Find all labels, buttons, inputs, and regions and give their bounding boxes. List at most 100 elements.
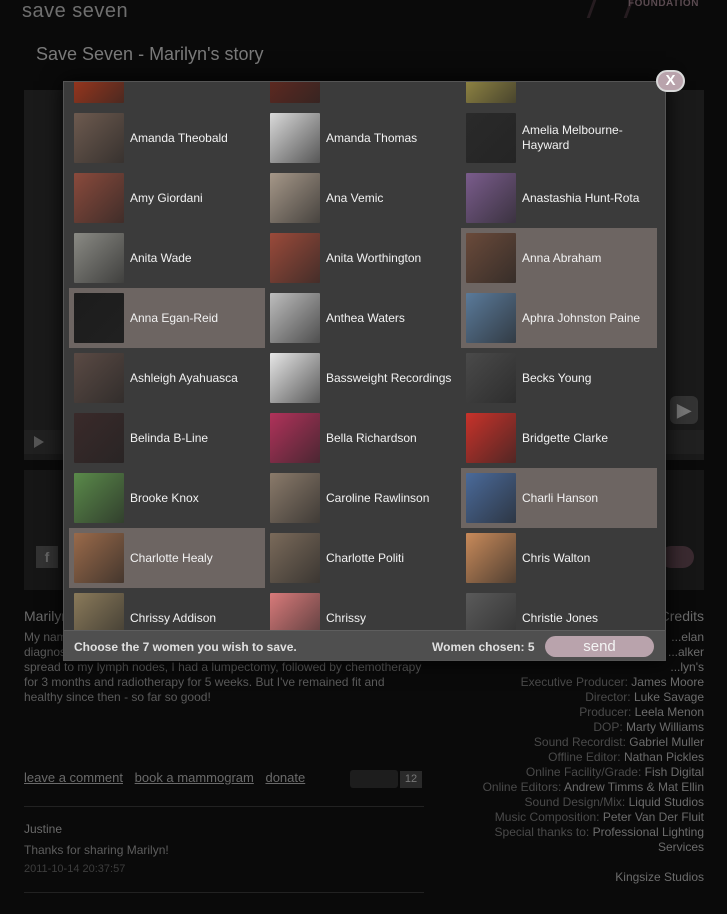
credit-role: Director: bbox=[585, 690, 634, 704]
woman-item[interactable]: Anna Egan-Reid bbox=[69, 288, 265, 348]
woman-item[interactable]: Charlotte Politi bbox=[265, 528, 461, 588]
woman-name: Charlotte Politi bbox=[326, 550, 405, 565]
women-chosen-count: 5 bbox=[527, 640, 535, 654]
donate-link[interactable]: donate bbox=[265, 770, 305, 785]
woman-item[interactable]: Ana Vemic bbox=[265, 168, 461, 228]
woman-item[interactable]: Caroline Rawlinson bbox=[265, 468, 461, 528]
woman-photo[interactable] bbox=[466, 82, 516, 103]
woman-photo[interactable] bbox=[74, 113, 124, 163]
woman-photo[interactable] bbox=[270, 413, 320, 463]
woman-photo[interactable] bbox=[466, 353, 516, 403]
woman-item[interactable]: Ashleigh Ayahuasca bbox=[69, 348, 265, 408]
woman-photo[interactable] bbox=[270, 233, 320, 283]
woman-item[interactable]: Anna Abraham bbox=[461, 228, 657, 288]
woman-photo[interactable] bbox=[270, 353, 320, 403]
woman-photo[interactable] bbox=[74, 593, 124, 630]
woman-item[interactable]: Bridgette Clarke bbox=[461, 408, 657, 468]
woman-photo[interactable] bbox=[74, 82, 124, 103]
woman-name: Belinda B-Line bbox=[130, 430, 209, 445]
woman-item[interactable]: Bella Richardson bbox=[265, 408, 461, 468]
credit-line: Executive Producer: James Moore bbox=[474, 675, 704, 690]
woman-item[interactable]: Belinda B-Line bbox=[69, 408, 265, 468]
credits-list: ...elan ...alker ...lyn's Executive Produce… bbox=[474, 630, 704, 855]
credit-role: Online Facility/Grade: bbox=[525, 765, 645, 779]
woman-item[interactable]: Amanda Thomas bbox=[265, 108, 461, 168]
woman-item[interactable]: Anita Worthington bbox=[265, 228, 461, 288]
woman-name: Caroline Rawlinson bbox=[326, 490, 430, 505]
woman-name: Amelia Melbourne-Hayward bbox=[522, 123, 623, 152]
woman-item[interactable] bbox=[265, 82, 461, 108]
credit-line: ...lyn's bbox=[474, 660, 704, 675]
woman-item[interactable]: Anita Wade bbox=[69, 228, 265, 288]
woman-item[interactable]: Anastashia Hunt-Rota bbox=[461, 168, 657, 228]
woman-photo[interactable] bbox=[270, 533, 320, 583]
woman-item[interactable]: Brooke Knox bbox=[69, 468, 265, 528]
woman-item[interactable]: Amelia Melbourne-Hayward bbox=[461, 108, 657, 168]
woman-item[interactable]: Chrissy bbox=[265, 588, 461, 630]
woman-item[interactable]: Becks Young bbox=[461, 348, 657, 408]
credit-person: ...alker bbox=[667, 645, 704, 659]
woman-item[interactable]: Amanda Theobald bbox=[69, 108, 265, 168]
woman-name: Anastashia Hunt-Rota bbox=[522, 190, 640, 205]
woman-item[interactable]: Charli Hanson bbox=[461, 468, 657, 528]
comment-text: Thanks for sharing Marilyn! bbox=[24, 843, 169, 857]
woman-name: Christie Jones bbox=[522, 610, 599, 625]
site-logo[interactable]: save seven bbox=[22, 0, 128, 22]
woman-photo[interactable] bbox=[74, 533, 124, 583]
credit-line: Online Facility/Grade: Fish Digital bbox=[474, 765, 704, 780]
credit-person: ...elan bbox=[671, 630, 704, 644]
woman-photo[interactable] bbox=[74, 173, 124, 223]
woman-name: Valentine bbox=[130, 82, 179, 86]
woman-photo[interactable] bbox=[270, 293, 320, 343]
woman-name: Chrissy Addison bbox=[130, 610, 217, 625]
woman-item[interactable]: Amy Giordani bbox=[69, 168, 265, 228]
woman-photo[interactable] bbox=[466, 473, 516, 523]
woman-item[interactable]: Valentine bbox=[69, 82, 265, 108]
woman-photo[interactable] bbox=[74, 473, 124, 523]
credit-person: Andrew Timms & Mat Ellin bbox=[563, 780, 704, 794]
play-icon[interactable] bbox=[34, 436, 44, 448]
woman-item[interactable]: Aphra Johnston Paine bbox=[461, 288, 657, 348]
woman-photo[interactable] bbox=[466, 593, 516, 630]
leave-comment-link[interactable]: leave a comment bbox=[24, 770, 123, 785]
woman-photo[interactable] bbox=[270, 113, 320, 163]
woman-name: Ashleigh Ayahuasca bbox=[130, 370, 238, 385]
woman-photo[interactable] bbox=[466, 533, 516, 583]
facebook-icon[interactable]: f bbox=[36, 546, 58, 568]
woman-photo[interactable] bbox=[466, 413, 516, 463]
ribbon-logo-icon bbox=[586, 0, 634, 18]
woman-photo[interactable] bbox=[270, 593, 320, 630]
woman-name: Bassweight Recordings bbox=[326, 370, 452, 385]
woman-name: Amanda Thomas bbox=[326, 130, 418, 145]
youtube-icon[interactable]: ▶ bbox=[670, 396, 698, 424]
credit-role: Executive Producer: bbox=[520, 675, 632, 689]
credit-role: Online Editors: bbox=[482, 780, 564, 794]
comment-date: 2011-10-14 20:37:57 bbox=[24, 863, 126, 875]
woman-photo[interactable] bbox=[74, 353, 124, 403]
woman-photo[interactable] bbox=[74, 413, 124, 463]
woman-item[interactable]: Christie Jones bbox=[461, 588, 657, 630]
woman-name: Anna Egan-Reid bbox=[130, 310, 219, 325]
woman-item[interactable] bbox=[461, 82, 657, 108]
credits-footer: Kingsize Studios bbox=[615, 870, 704, 884]
woman-photo[interactable] bbox=[270, 473, 320, 523]
send-button[interactable]: send bbox=[545, 636, 654, 657]
woman-item[interactable]: Chris Walton bbox=[461, 528, 657, 588]
woman-photo[interactable] bbox=[270, 82, 320, 103]
woman-photo[interactable] bbox=[74, 233, 124, 283]
woman-photo[interactable] bbox=[466, 233, 516, 283]
woman-name: Anita Worthington bbox=[326, 250, 422, 265]
book-mammogram-link[interactable]: book a mammogram bbox=[135, 770, 254, 785]
woman-photo[interactable] bbox=[270, 173, 320, 223]
close-icon[interactable]: X bbox=[656, 70, 685, 92]
woman-item[interactable]: Anthea Waters bbox=[265, 288, 461, 348]
woman-photo[interactable] bbox=[74, 293, 124, 343]
woman-photo[interactable] bbox=[466, 173, 516, 223]
woman-item[interactable]: Charlotte Healy bbox=[69, 528, 265, 588]
woman-item[interactable]: Bassweight Recordings bbox=[265, 348, 461, 408]
credit-role: Producer: bbox=[579, 705, 635, 719]
like-button[interactable] bbox=[350, 770, 398, 788]
woman-photo[interactable] bbox=[466, 293, 516, 343]
woman-photo[interactable] bbox=[466, 113, 516, 163]
woman-item[interactable]: Chrissy Addison bbox=[69, 588, 265, 630]
